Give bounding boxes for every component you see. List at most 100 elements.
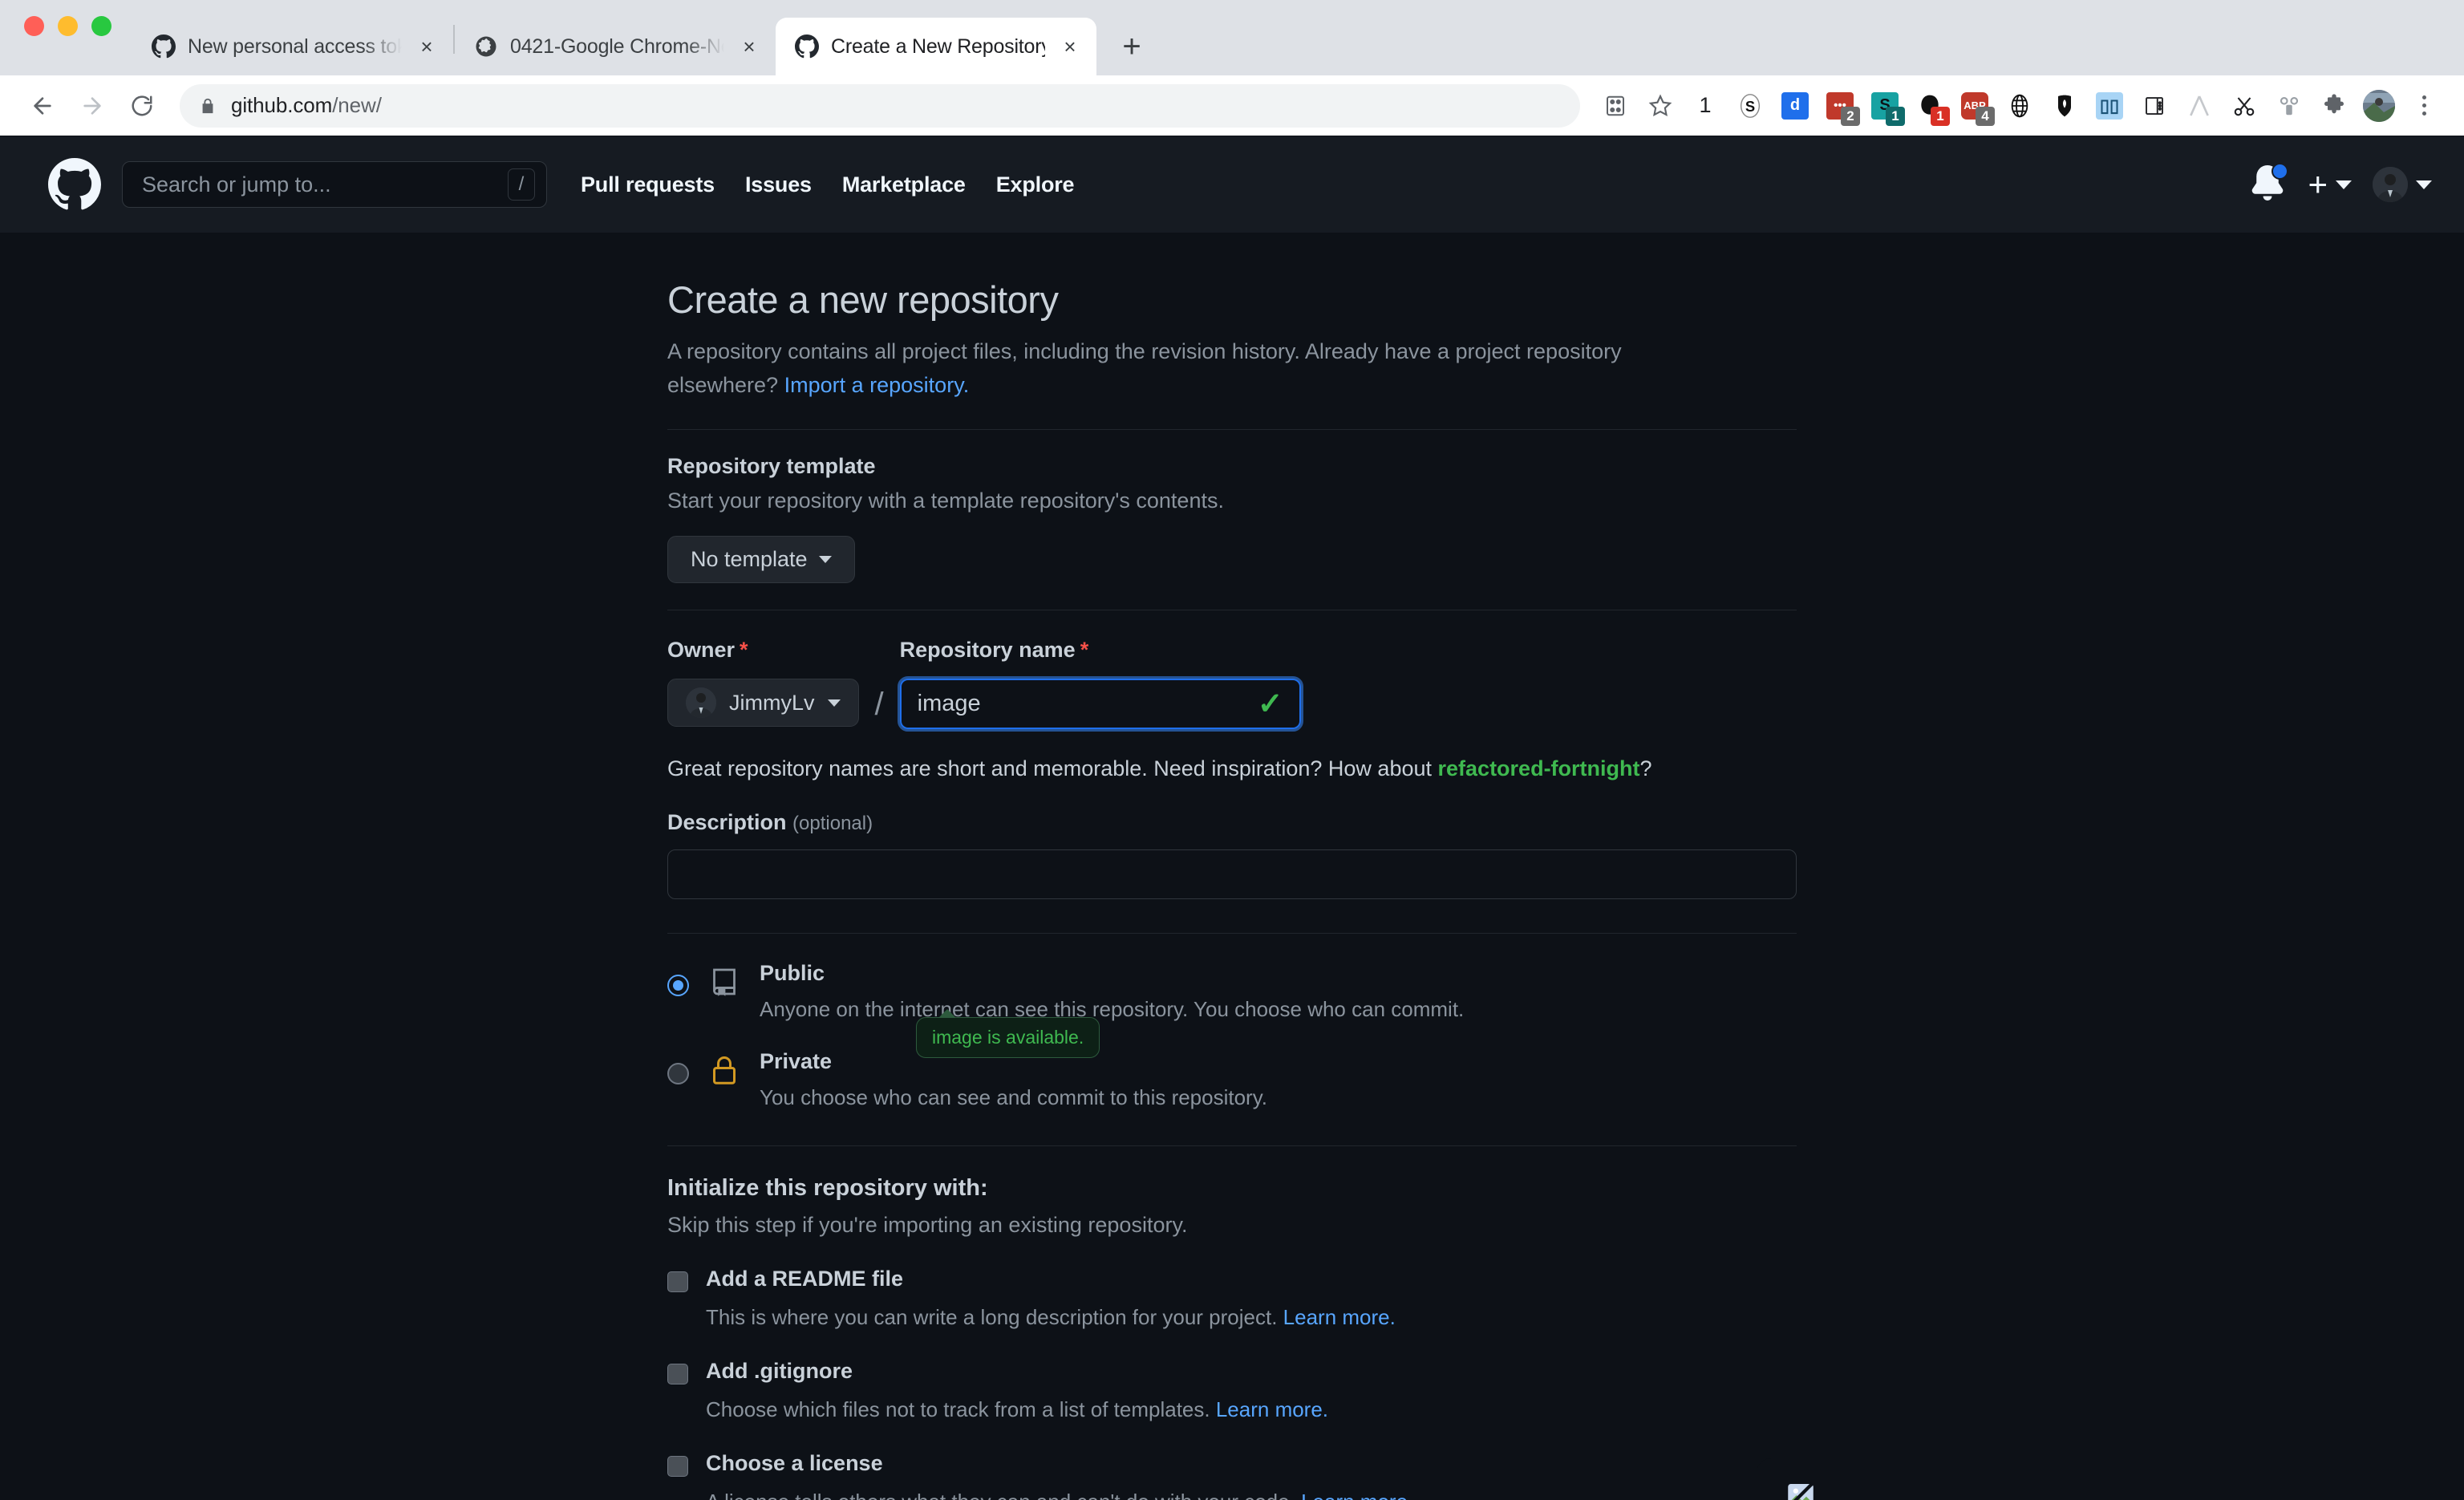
visibility-option-private[interactable]: Private You choose who can see and commi… [667, 1049, 1797, 1110]
template-select-button[interactable]: No template [667, 536, 855, 584]
readme-label: Add a README file [706, 1267, 904, 1291]
bell-icon[interactable] [2250, 163, 2289, 205]
readme-learn-more-link[interactable]: Learn more. [1283, 1305, 1396, 1329]
owner-value: JimmyLv [729, 690, 815, 715]
stylus-extension-icon[interactable]: S [1728, 83, 1773, 128]
browser-tab-2[interactable]: 0421-Google Chrome-New per × [455, 18, 776, 75]
bookmark-star-icon[interactable] [1638, 83, 1683, 128]
blue-books-icon[interactable]: ▯▯ [2087, 83, 2132, 128]
panel-extension-icon[interactable] [2132, 83, 2177, 128]
import-repository-link[interactable]: Import a repository. [784, 373, 970, 397]
compass-extension-icon[interactable] [2177, 83, 2222, 128]
description-input[interactable] [667, 849, 1797, 900]
form-container: Create a new repository A repository con… [667, 233, 1845, 1500]
gitignore-checkbox-row[interactable]: Add .gitignore [667, 1359, 1797, 1385]
profile-avatar[interactable] [2357, 83, 2401, 128]
globe-icon [472, 34, 499, 60]
required-marker: * [1080, 638, 1089, 663]
public-radio[interactable] [667, 975, 689, 997]
three-dot-menu-icon[interactable] [2401, 83, 2446, 128]
close-tab-button[interactable]: × [736, 33, 763, 60]
globe-mesh-icon[interactable] [1997, 83, 2042, 128]
owner-select-button[interactable]: JimmyLv [667, 679, 859, 728]
gitignore-label: Add .gitignore [706, 1359, 853, 1384]
extension-badge: 1 [1931, 106, 1950, 126]
gitignore-checkbox[interactable] [667, 1364, 688, 1385]
search-placeholder: Search or jump to... [142, 172, 331, 197]
initialize-option-readme: Add a README file This is where you can … [667, 1267, 1797, 1330]
private-text-block: Private You choose who can see and commi… [760, 1049, 1797, 1110]
black-blob-extension-icon[interactable]: 1 [1907, 83, 1952, 128]
browser-toolbar: github.com/new/ 1 S d ••• 2 S 1 1 ABP 4 … [0, 75, 2464, 136]
page-lede: A repository contains all project files,… [667, 335, 1710, 403]
nav-explore[interactable]: Explore [996, 172, 1075, 197]
new-tab-button[interactable]: + [1109, 24, 1154, 69]
svg-text:S: S [1745, 98, 1755, 115]
red-extension-icon[interactable]: ••• 2 [1818, 83, 1862, 128]
suggested-repo-name[interactable]: refactored-fortnight [1438, 756, 1640, 780]
license-description: A license tells others what they can and… [706, 1490, 1797, 1500]
back-arrow-icon[interactable] [19, 83, 66, 129]
counter-icon[interactable]: 1 [1683, 83, 1728, 128]
license-checkbox[interactable] [667, 1456, 688, 1478]
repo-book-icon [707, 966, 742, 998]
account-menu-button[interactable] [2373, 167, 2432, 202]
url-path: /new/ [332, 93, 382, 117]
gitignore-description-text: Choose which files not to track from a l… [706, 1397, 1210, 1422]
close-tab-button[interactable]: × [1056, 33, 1084, 60]
page-body: Create a new repository A repository con… [0, 233, 2464, 1500]
shield-leaf-icon[interactable] [2042, 83, 2087, 128]
initialize-option-license: Choose a license A license tells others … [667, 1451, 1797, 1500]
address-bar[interactable]: github.com/new/ [180, 83, 1580, 128]
create-new-button[interactable]: + [2308, 168, 2352, 201]
private-radio[interactable] [667, 1063, 689, 1085]
minimize-window-button[interactable] [58, 15, 78, 36]
dropbox-extension-icon[interactable]: d [1773, 83, 1818, 128]
adblock-plus-icon[interactable]: ABP 4 [1952, 83, 1997, 128]
description-optional-tag: (optional) [792, 813, 873, 835]
license-checkbox-row[interactable]: Choose a license [667, 1451, 1797, 1478]
repository-name-input[interactable]: image ✓ [897, 676, 1303, 732]
forward-arrow-icon[interactable] [69, 83, 116, 129]
apps-grid-icon[interactable] [1593, 83, 1638, 128]
required-marker: * [740, 638, 748, 663]
readme-checkbox[interactable] [667, 1271, 688, 1293]
gitignore-learn-more-link[interactable]: Learn more. [1216, 1397, 1328, 1421]
close-tab-button[interactable]: × [413, 33, 440, 60]
checkmark-icon: ✓ [1257, 687, 1283, 721]
reload-icon[interactable] [119, 83, 165, 129]
private-label: Private [760, 1049, 833, 1074]
browser-tab-3-active[interactable]: Create a New Repository × [776, 18, 1096, 75]
license-learn-more-link[interactable]: Learn more. [1301, 1490, 1413, 1500]
plus-icon: + [2308, 165, 2328, 203]
repository-name-value: image [917, 691, 981, 717]
avatar [686, 687, 716, 719]
readme-checkbox-row[interactable]: Add a README file [667, 1267, 1797, 1293]
divider [667, 933, 1797, 934]
initialize-subtext: Skip this step if you're importing an ex… [667, 1213, 1188, 1238]
puzzle-extensions-icon[interactable] [2312, 83, 2357, 128]
scissors-extension-icon[interactable] [2222, 83, 2267, 128]
browser-chrome: New personal access token × 0421-Google … [0, 0, 2464, 136]
floating-image-widget[interactable] [1757, 1458, 1845, 1500]
nav-pull-requests[interactable]: Pull requests [581, 172, 715, 197]
public-label: Public [760, 961, 825, 986]
owner-repo-row: Owner * JimmyLv / Repository name * imag… [667, 638, 1797, 732]
close-window-button[interactable] [24, 15, 44, 36]
browser-tab-1[interactable]: New personal access token × [132, 18, 453, 75]
github-icon [793, 34, 820, 60]
owner-label-wrap: Owner * [667, 638, 859, 663]
visibility-option-public[interactable]: Public Anyone on the internet can see th… [667, 961, 1797, 1022]
search-input[interactable]: Search or jump to... / [122, 161, 547, 208]
maximize-window-button[interactable] [91, 15, 111, 36]
search-shortcut-badge: / [508, 168, 535, 201]
gitignore-description: Choose which files not to track from a l… [706, 1397, 1797, 1422]
github-mark-icon[interactable] [48, 158, 101, 211]
gray-clip-extension-icon[interactable] [2267, 83, 2312, 128]
repository-template-heading: Repository template [667, 454, 876, 479]
teal-s-extension-icon[interactable]: S 1 [1862, 83, 1907, 128]
nav-issues[interactable]: Issues [745, 172, 812, 197]
header-actions: + [2250, 163, 2432, 205]
initialize-heading: Initialize this repository with: [667, 1175, 988, 1202]
nav-marketplace[interactable]: Marketplace [842, 172, 966, 197]
